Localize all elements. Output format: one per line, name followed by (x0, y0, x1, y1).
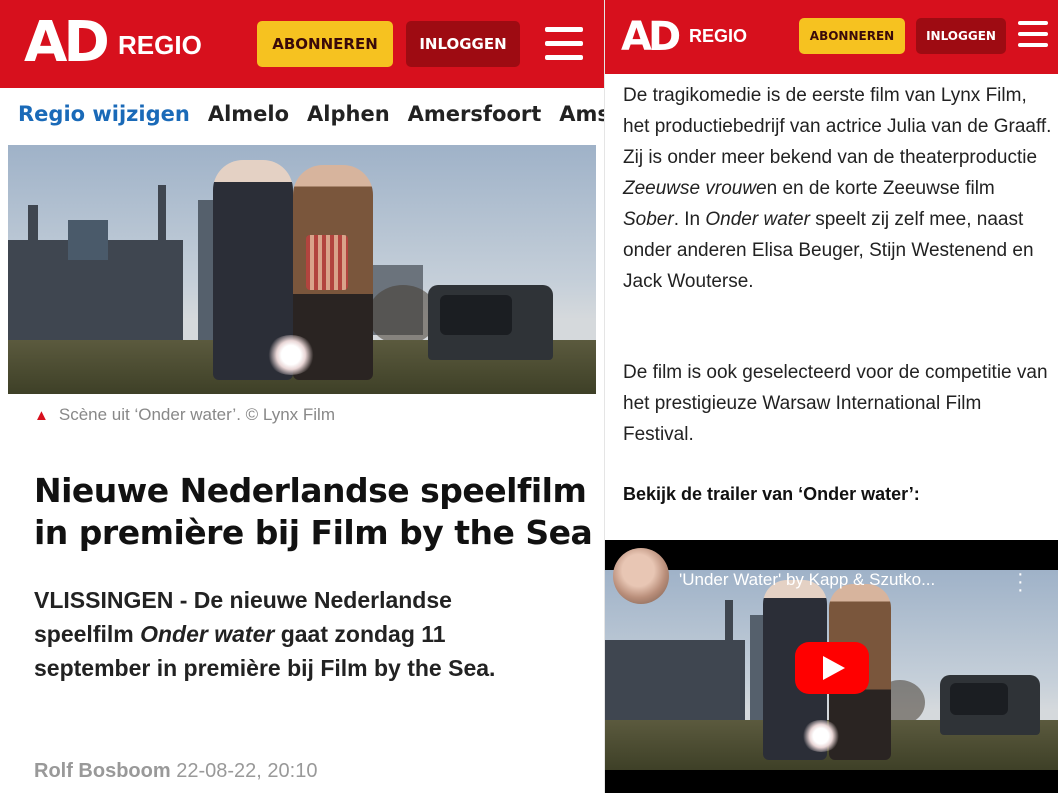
play-icon[interactable] (795, 642, 869, 694)
menu-icon[interactable] (545, 27, 583, 69)
caption-text: Scène uit ‘Onder water’. © Lynx Film (58, 405, 335, 424)
caption-arrow-icon: ▲ (34, 407, 49, 424)
login-button[interactable]: INLOGGEN (916, 18, 1006, 54)
video-player[interactable]: 'Under Water' by Kapp & Szutko... · · · (605, 540, 1058, 793)
section-label[interactable]: REGIO (118, 30, 202, 61)
article-title: Nieuwe Nederlandse speelfilm in première… (34, 471, 593, 552)
subscribe-button[interactable]: ABONNEREN (257, 21, 393, 67)
ad-logo[interactable]: AD (621, 14, 681, 60)
article-body-screen: AD REGIO ABONNEREN INLOGGEN De tragikome… (604, 0, 1058, 793)
ad-logo[interactable]: AD (24, 10, 110, 75)
menu-icon[interactable] (1018, 21, 1048, 54)
regio-item-almelo[interactable]: Almelo (208, 98, 289, 130)
hero-image[interactable] (8, 145, 596, 394)
regio-change-link[interactable]: Regio wijzigen (18, 98, 190, 130)
article-intro: VLISSINGEN - De nieuwe Nederlandse speel… (34, 587, 496, 681)
regio-item-amersfoort[interactable]: Amersfoort (408, 98, 542, 130)
site-header-compact: AD REGIO ABONNEREN INLOGGEN (605, 0, 1058, 74)
regio-nav: Regio wijzigen Almelo Alphen Amersfoort Amst… (18, 98, 604, 138)
subscribe-button[interactable]: ABONNEREN (799, 18, 905, 54)
login-button[interactable]: INLOGGEN (406, 21, 520, 67)
article-top-screen: AD REGIO ABONNEREN INLOGGEN Regio wijzig… (0, 0, 604, 793)
site-header: AD REGIO ABONNEREN INLOGGEN (0, 0, 604, 88)
publish-date: 22-08-22, 20:10 (176, 760, 318, 782)
kebab-icon[interactable]: · · · (1017, 564, 1024, 600)
section-label[interactable]: REGIO (689, 26, 747, 47)
body-paragraph-2: De film is ook geselecteerd voor de comp… (623, 362, 1048, 445)
byline: Rolf Bosboom 22-08-22, 20:10 (34, 760, 317, 783)
channel-avatar[interactable] (613, 548, 669, 604)
author-name[interactable]: Rolf Bosboom (34, 760, 171, 782)
regio-item-amsterdam[interactable]: Amsterdam (559, 98, 604, 130)
body-paragraph-1: De tragikomedie is de eerste film van Ly… (623, 85, 1052, 292)
trailer-heading: Bekijk de trailer van ‘Onder water’: (623, 484, 920, 504)
regio-item-alphen[interactable]: Alphen (307, 98, 390, 130)
video-title[interactable]: 'Under Water' by Kapp & Szutko... (679, 570, 935, 590)
image-caption: ▲ Scène uit ‘Onder water’. © Lynx Film (34, 405, 335, 425)
